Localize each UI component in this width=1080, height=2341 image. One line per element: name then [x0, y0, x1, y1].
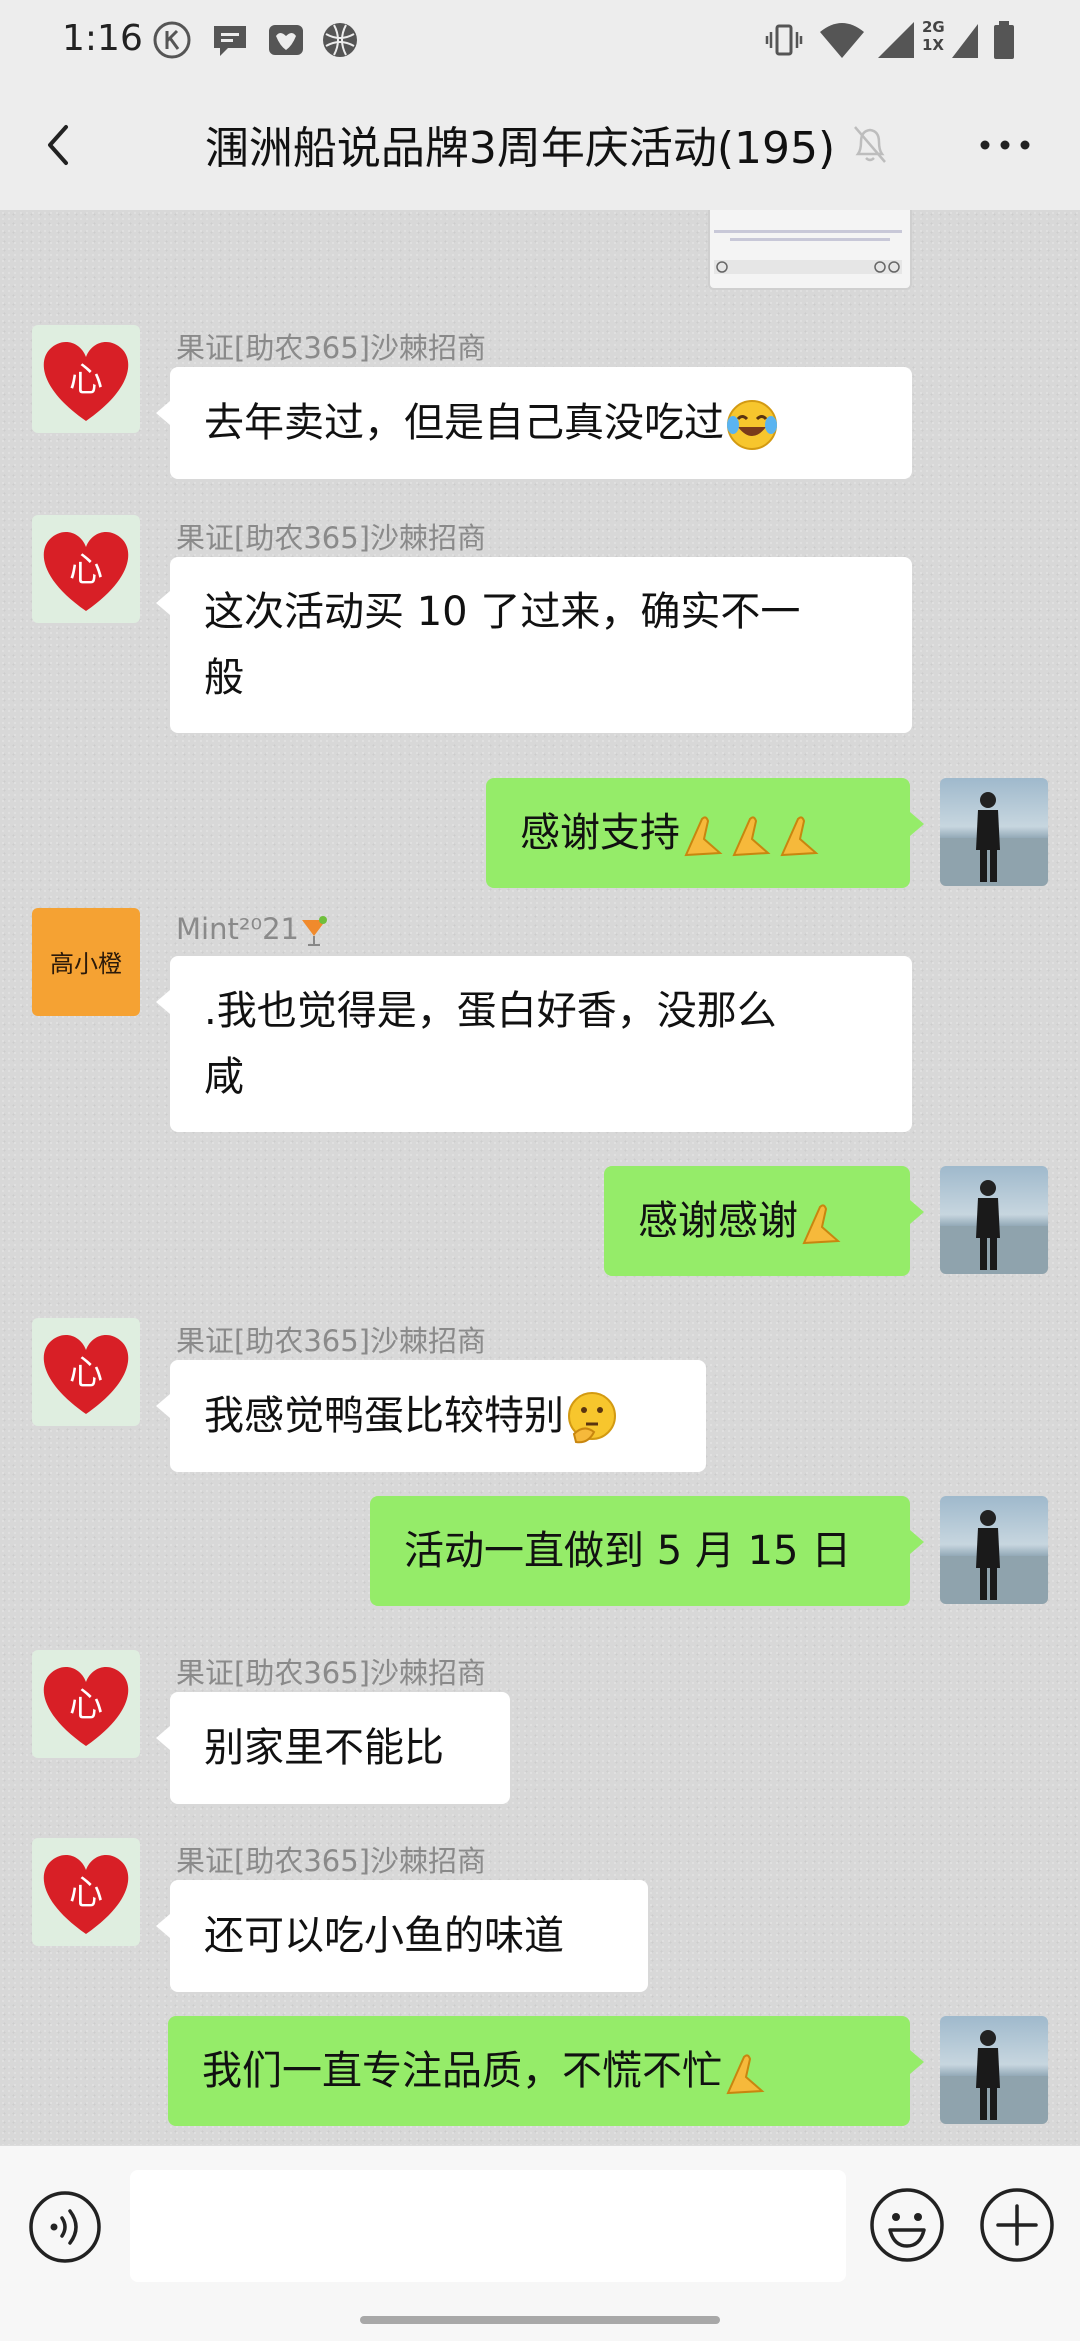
message-text: 感谢感谢	[638, 1198, 798, 1244]
message-text: 我们一直专注品质，不慌不忙	[202, 2048, 722, 2094]
message-item: 心 果证[助农365]沙棘招商 这次活动买 10 了过来，确实不一 般	[0, 515, 1080, 745]
message-bubble[interactable]: 我感觉鸭蛋比较特别	[156, 1360, 706, 1472]
svg-text:心: 心	[69, 550, 103, 590]
message-text: 活动一直做到 5 月 15 日	[404, 1528, 852, 1574]
message-input-bar	[0, 2145, 1080, 2341]
pray-emoji-icon	[684, 816, 819, 857]
cocktail-emoji-icon	[301, 916, 327, 946]
message-text-line: 般	[204, 655, 244, 701]
ball-app-icon	[323, 23, 357, 57]
message-bubble[interactable]: 感谢支持	[486, 778, 924, 888]
message-input[interactable]	[130, 2170, 846, 2282]
sender-name: 果证[助农365]沙棘招商	[176, 521, 486, 555]
sender-name: 果证[助农365]沙棘招商	[176, 331, 486, 365]
chevron-left-icon[interactable]	[30, 115, 90, 175]
vibrate-icon	[765, 24, 803, 56]
pray-emoji-icon	[726, 2054, 765, 2095]
avatar[interactable]: 心	[32, 1838, 140, 1946]
network-type: 2G 1X	[922, 18, 945, 54]
avatar[interactable]	[940, 1496, 1048, 1604]
message-app-icon	[214, 26, 246, 56]
message-bubble[interactable]: 这次活动买 10 了过来，确实不一 般	[156, 557, 912, 733]
message-text-line: 这次活动买 10 了过来，确实不一	[204, 589, 801, 635]
svg-text:心: 心	[69, 360, 103, 400]
sender-name: 果证[助农365]沙棘招商	[176, 1844, 486, 1878]
chat-header: 涠洲船说品牌3周年庆活动(195)	[0, 80, 1080, 210]
message-text-line: 咸	[204, 1054, 244, 1100]
message-text: 去年卖过，但是自己真没吃过	[204, 400, 724, 446]
voice-icon[interactable]	[28, 2190, 102, 2264]
chat-message-list[interactable]: 心 果证[助农365]沙棘招商 去年卖过，但是自己真没吃过 心 果证[助农365…	[0, 210, 1080, 2145]
wifi-icon	[820, 23, 864, 58]
thinking-emoji-icon	[568, 1392, 616, 1444]
status-bar: 1:16 2G 1X	[0, 0, 1080, 80]
message-bubble[interactable]: 感谢感谢	[604, 1166, 924, 1276]
message-bubble[interactable]: 去年卖过，但是自己真没吃过	[156, 367, 912, 479]
message-bubble[interactable]: 别家里不能比	[156, 1692, 510, 1804]
chat-title: 涠洲船说品牌3周年庆活动(195)	[204, 123, 836, 174]
laugh-cry-emoji-icon	[727, 400, 777, 450]
bell-muted-icon	[854, 126, 886, 163]
svg-text:心: 心	[69, 1873, 103, 1913]
signal-icon-2	[952, 24, 978, 58]
more-dots-icon[interactable]	[975, 130, 1035, 160]
plus-circle-icon[interactable]	[978, 2186, 1056, 2264]
message-item: 我们一直专注品质，不慌不忙	[0, 2016, 1080, 2128]
sender-name: 果证[助农365]沙棘招商	[176, 1656, 486, 1690]
k-app-icon	[153, 21, 191, 59]
message-text: 还可以吃小鱼的味道	[204, 1913, 564, 1959]
svg-text:心: 心	[69, 1353, 103, 1393]
emoji-smile-icon[interactable]	[868, 2186, 946, 2264]
message-bubble[interactable]: 活动一直做到 5 月 15 日	[370, 1496, 924, 1606]
gallery-app-icon	[269, 25, 303, 55]
signal-icon	[878, 22, 914, 58]
message-item: 心 果证[助农365]沙棘招商 别家里不能比	[0, 1650, 1080, 1810]
message-item: 心 果证[助农365]沙棘招商 我感觉鸭蛋比较特别	[0, 1318, 1080, 1478]
avatar[interactable]: 高小橙	[32, 908, 140, 1016]
message-text: 别家里不能比	[204, 1725, 444, 1771]
message-bubble[interactable]: 我们一直专注品质，不慌不忙	[168, 2016, 924, 2126]
sender-name: 果证[助农365]沙棘招商	[176, 1324, 486, 1358]
avatar[interactable]: 心	[32, 515, 140, 623]
avatar[interactable]	[940, 2016, 1048, 2124]
message-item: 活动一直做到 5 月 15 日	[0, 1496, 1080, 1608]
home-indicator[interactable]	[360, 2316, 720, 2324]
pray-emoji-icon	[802, 1204, 841, 1245]
message-text: 感谢支持	[520, 810, 680, 856]
message-item: 高小橙 Mint²⁰21 .我也觉得是，蛋白好香，没那么 咸	[0, 908, 1080, 1168]
message-text-line: .我也觉得是，蛋白好香，没那么	[204, 988, 777, 1034]
message-bubble[interactable]: 还可以吃小鱼的味道	[156, 1880, 648, 1992]
message-item: 感谢支持	[0, 768, 1080, 888]
message-item: 心 果证[助农365]沙棘招商 还可以吃小鱼的味道	[0, 1838, 1080, 1998]
message-bubble[interactable]: .我也觉得是，蛋白好香，没那么 咸	[156, 956, 912, 1132]
avatar[interactable]: 心	[32, 1650, 140, 1758]
battery-icon	[994, 21, 1014, 59]
avatar[interactable]: 心	[32, 325, 140, 433]
shared-screenshot-thumbnail[interactable]	[708, 210, 912, 290]
sender-name: Mint²⁰21	[176, 912, 329, 948]
status-time: 1:16	[62, 18, 143, 59]
avatar[interactable]	[940, 1166, 1048, 1274]
avatar[interactable]	[940, 778, 1048, 886]
message-item: 感谢感谢	[0, 1166, 1080, 1278]
avatar[interactable]: 心	[32, 1318, 140, 1426]
svg-text:心: 心	[69, 1685, 103, 1725]
message-item: 心 果证[助农365]沙棘招商 去年卖过，但是自己真没吃过	[0, 325, 1080, 479]
message-text: 我感觉鸭蛋比较特别	[204, 1393, 564, 1439]
